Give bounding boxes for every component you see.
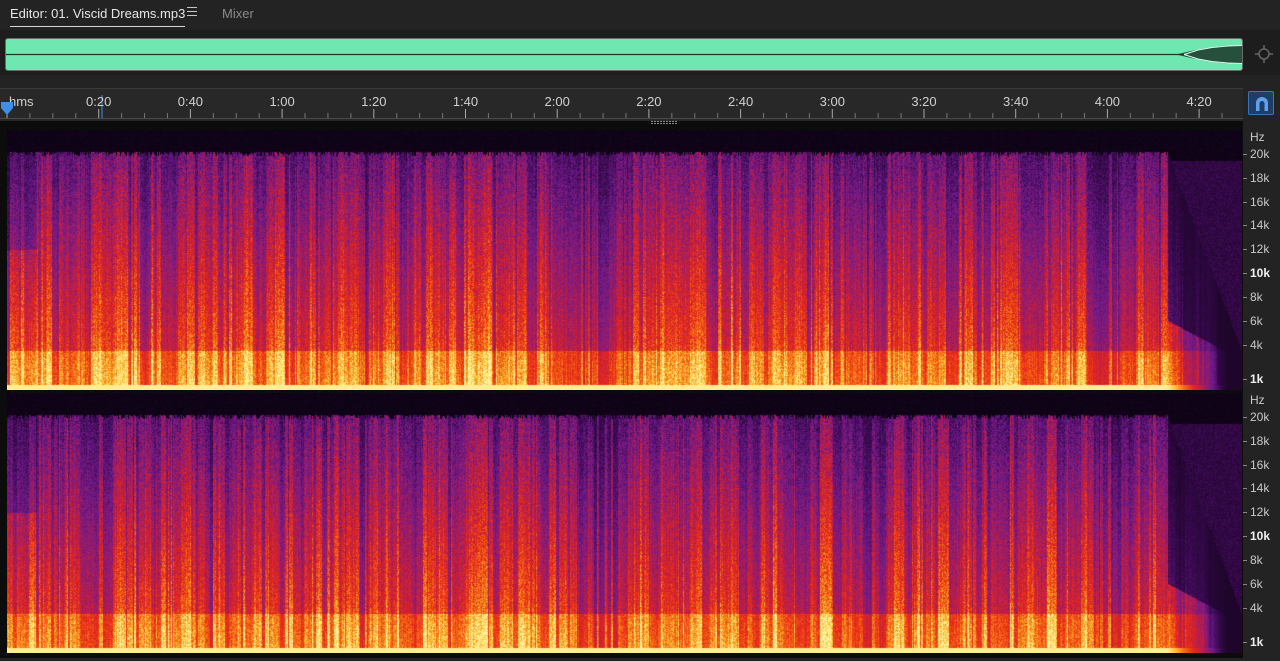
hz-tick-mark	[1243, 512, 1247, 513]
hz-unit-label: Hz	[1250, 393, 1265, 407]
time-ruler[interactable]: hms 0:20 0:40 1:00 1:20 1:40 2:00 2:20 2:40 3:00…	[0, 88, 1243, 121]
hz-tick-mark	[1243, 488, 1247, 489]
hz-tick-label: 18k	[1250, 434, 1270, 448]
hz-tick-label: 18k	[1250, 171, 1270, 185]
hz-tick-mark	[1243, 560, 1247, 561]
ruler-time-label: 4:00	[1094, 94, 1121, 109]
hz-tick-label: 1k	[1250, 372, 1264, 386]
hz-tick-mark	[1243, 608, 1247, 609]
resize-handle-icon[interactable]	[651, 121, 679, 125]
spectrogram-channel-left[interactable]	[7, 130, 1242, 390]
hz-tick-mark	[1243, 465, 1247, 466]
hz-tick-label: 4k	[1250, 601, 1263, 615]
ruler-time-label: 1:40	[452, 94, 479, 109]
panel-tab-bar: Editor: 01. Viscid Dreams.mp3 Mixer	[0, 0, 1280, 30]
hz-tick-mark	[1243, 273, 1247, 274]
hz-tick-label: 14k	[1250, 218, 1270, 232]
ruler-time-label: 3:40	[1003, 94, 1029, 109]
ruler-time-label: 2:40	[727, 94, 754, 109]
hz-tick-mark	[1243, 584, 1247, 585]
hz-tick-mark	[1243, 225, 1247, 226]
hz-tick-mark	[1243, 202, 1247, 203]
hamburger-menu-icon[interactable]	[187, 7, 197, 19]
ruler-time-label: 0:20	[86, 94, 112, 109]
frequency-scale-right[interactable]: Hz 20k 18k 16k 14k 12k 10k 8k 6k 4k 1k	[1243, 390, 1280, 658]
hz-tick-label: 16k	[1250, 195, 1270, 209]
ruler-time-label: 1:00	[269, 94, 295, 109]
tab-mixer[interactable]: Mixer	[222, 5, 254, 25]
hz-tick-label: 4k	[1250, 338, 1263, 352]
hz-tick-label: 10k	[1250, 266, 1271, 280]
hz-tick-label: 1k	[1250, 635, 1264, 649]
hz-tick-mark	[1243, 441, 1247, 442]
hz-tick-label: 8k	[1250, 553, 1263, 567]
hz-tick-mark	[1243, 642, 1247, 643]
spectrogram-channel-right[interactable]	[7, 393, 1242, 653]
hz-tick-label: 12k	[1250, 242, 1270, 256]
hz-tick-label: 6k	[1250, 314, 1263, 328]
spectrogram-canvas	[7, 393, 1242, 653]
ruler-time-label: 1:20	[361, 94, 387, 109]
ruler-time-label: 0:40	[177, 94, 204, 109]
tab-editor[interactable]: Editor: 01. Viscid Dreams.mp3	[10, 5, 186, 27]
hz-tick-label: 14k	[1250, 481, 1270, 495]
hz-tick-label: 16k	[1250, 458, 1270, 472]
hz-unit-label: Hz	[1250, 130, 1265, 144]
snap-toggle-button[interactable]	[1248, 91, 1274, 115]
frequency-scale-left[interactable]: Hz 20k 18k 16k 14k 12k 10k 8k 6k 4k 1k	[1243, 121, 1280, 390]
hz-tick-mark	[1243, 321, 1247, 322]
spectrogram-canvas	[7, 130, 1242, 390]
hz-tick-mark	[1243, 154, 1247, 155]
magnet-snap-icon	[1256, 97, 1268, 111]
hz-tick-mark	[1243, 417, 1247, 418]
hz-tick-mark	[1243, 379, 1247, 380]
hz-tick-label: 6k	[1250, 577, 1263, 591]
hz-tick-label: 10k	[1250, 529, 1271, 543]
hz-tick-mark	[1243, 536, 1247, 537]
hz-tick-label: 12k	[1250, 505, 1270, 519]
hz-tick-mark	[1243, 249, 1247, 250]
waveform-overview-navigator[interactable]	[5, 38, 1243, 71]
playhead-marker-icon[interactable]	[1, 102, 13, 116]
hz-tick-mark	[1243, 297, 1247, 298]
hz-tick-mark	[1243, 178, 1247, 179]
hz-tick-label: 20k	[1250, 147, 1270, 161]
ruler-time-label: 2:20	[636, 94, 662, 109]
ruler-time-label: 4:20	[1186, 94, 1212, 109]
hz-tick-label: 8k	[1250, 290, 1263, 304]
ruler-time-label: 3:00	[819, 94, 845, 109]
ruler-time-label: 2:00	[544, 94, 570, 109]
hz-tick-mark	[1243, 345, 1247, 346]
ruler-time-label: 3:20	[911, 94, 937, 109]
hz-tick-label: 20k	[1250, 410, 1270, 424]
zoom-crosshair-icon[interactable]	[1254, 44, 1274, 64]
